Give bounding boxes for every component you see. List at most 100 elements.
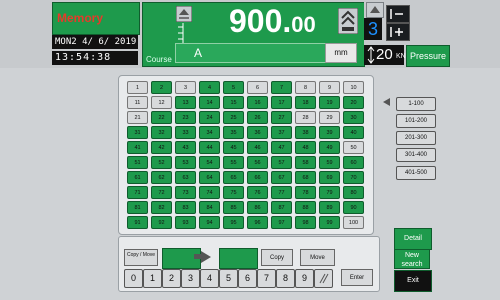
program-cell-38[interactable]: 38 [295,126,316,139]
range-button-3[interactable]: 201-300 [396,131,436,145]
program-cell-39[interactable]: 39 [319,126,340,139]
key-6[interactable]: 6 [238,269,257,288]
program-cell-55[interactable]: 55 [223,156,244,169]
program-cell-18[interactable]: 18 [295,96,316,109]
program-cell-72[interactable]: 72 [151,186,172,199]
program-cell-70[interactable]: 70 [343,171,364,184]
key-7[interactable]: 7 [257,269,276,288]
program-cell-2[interactable]: 2 [151,81,172,94]
program-cell-22[interactable]: 22 [151,111,172,124]
program-cell-90[interactable]: 90 [343,201,364,214]
program-cell-67[interactable]: 67 [271,171,292,184]
program-cell-40[interactable]: 40 [343,126,364,139]
program-cell-36[interactable]: 36 [247,126,268,139]
program-cell-99[interactable]: 99 [319,216,340,229]
program-cell-11[interactable]: 11 [127,96,148,109]
minus-arrow-button[interactable] [386,5,410,23]
unit-mm-button[interactable]: mm [325,43,357,63]
program-cell-26[interactable]: 26 [247,111,268,124]
key-9[interactable]: 9 [295,269,314,288]
program-cell-9[interactable]: 9 [319,81,340,94]
program-cell-69[interactable]: 69 [319,171,340,184]
program-cell-60[interactable]: 60 [343,156,364,169]
key-2[interactable]: 2 [162,269,181,288]
program-cell-15[interactable]: 15 [223,96,244,109]
memory-button[interactable]: Memory [52,2,140,35]
program-cell-89[interactable]: 89 [319,201,340,214]
key-slash[interactable] [314,269,333,288]
program-cell-14[interactable]: 14 [199,96,220,109]
program-cell-30[interactable]: 30 [343,111,364,124]
program-cell-92[interactable]: 92 [151,216,172,229]
range-button-4[interactable]: 301-400 [396,148,436,162]
program-cell-95[interactable]: 95 [223,216,244,229]
program-cell-91[interactable]: 91 [127,216,148,229]
program-cell-53[interactable]: 53 [175,156,196,169]
program-cell-64[interactable]: 64 [199,171,220,184]
program-cell-71[interactable]: 71 [127,186,148,199]
program-cell-13[interactable]: 13 [175,96,196,109]
program-cell-28[interactable]: 28 [295,111,316,124]
program-cell-94[interactable]: 94 [199,216,220,229]
program-cell-78[interactable]: 78 [295,186,316,199]
program-cell-50[interactable]: 50 [343,141,364,154]
program-cell-97[interactable]: 97 [271,216,292,229]
chevron-up-stack-icon[interactable] [338,8,358,34]
program-cell-96[interactable]: 96 [247,216,268,229]
program-cell-82[interactable]: 82 [151,201,172,214]
program-cell-25[interactable]: 25 [223,111,244,124]
program-cell-7[interactable]: 7 [271,81,292,94]
program-cell-32[interactable]: 32 [151,126,172,139]
program-cell-17[interactable]: 17 [271,96,292,109]
range-button-1[interactable]: 1-100 [396,97,436,111]
program-cell-83[interactable]: 83 [175,201,196,214]
program-cell-52[interactable]: 52 [151,156,172,169]
program-cell-24[interactable]: 24 [199,111,220,124]
program-cell-34[interactable]: 34 [199,126,220,139]
detail-button[interactable]: Detail [394,228,432,250]
program-cell-98[interactable]: 98 [295,216,316,229]
plus-arrow-button[interactable] [386,23,410,41]
program-cell-4[interactable]: 4 [199,81,220,94]
program-cell-37[interactable]: 37 [271,126,292,139]
exit-button[interactable]: Exit [394,270,432,292]
program-cell-47[interactable]: 47 [271,141,292,154]
key-5[interactable]: 5 [219,269,238,288]
program-cell-43[interactable]: 43 [175,141,196,154]
program-cell-31[interactable]: 31 [127,126,148,139]
program-cell-21[interactable]: 21 [127,111,148,124]
program-cell-81[interactable]: 81 [127,201,148,214]
program-cell-45[interactable]: 45 [223,141,244,154]
range-button-2[interactable]: 101-200 [396,114,436,128]
up-arrow-button[interactable] [366,2,384,18]
program-cell-74[interactable]: 74 [199,186,220,199]
program-cell-54[interactable]: 54 [199,156,220,169]
program-cell-75[interactable]: 75 [223,186,244,199]
program-cell-76[interactable]: 76 [247,186,268,199]
pressure-button[interactable]: Pressure [406,45,450,67]
key-3[interactable]: 3 [181,269,200,288]
program-cell-80[interactable]: 80 [343,186,364,199]
program-cell-77[interactable]: 77 [271,186,292,199]
key-0[interactable]: 0 [124,269,143,288]
program-cell-56[interactable]: 56 [247,156,268,169]
move-button[interactable]: Move [300,249,335,266]
program-cell-100[interactable]: 100 [343,216,364,229]
program-cell-62[interactable]: 62 [151,171,172,184]
program-cell-27[interactable]: 27 [271,111,292,124]
program-cell-58[interactable]: 58 [295,156,316,169]
program-cell-41[interactable]: 41 [127,141,148,154]
new-search-button[interactable]: New search [394,249,430,269]
program-cell-73[interactable]: 73 [175,186,196,199]
program-cell-33[interactable]: 33 [175,126,196,139]
program-cell-61[interactable]: 61 [127,171,148,184]
destination-slot[interactable] [219,248,258,269]
program-cell-42[interactable]: 42 [151,141,172,154]
program-cell-59[interactable]: 59 [319,156,340,169]
program-cell-57[interactable]: 57 [271,156,292,169]
program-cell-51[interactable]: 51 [127,156,148,169]
program-cell-48[interactable]: 48 [295,141,316,154]
program-cell-88[interactable]: 88 [295,201,316,214]
program-cell-29[interactable]: 29 [319,111,340,124]
copy-button[interactable]: Copy [261,249,293,266]
